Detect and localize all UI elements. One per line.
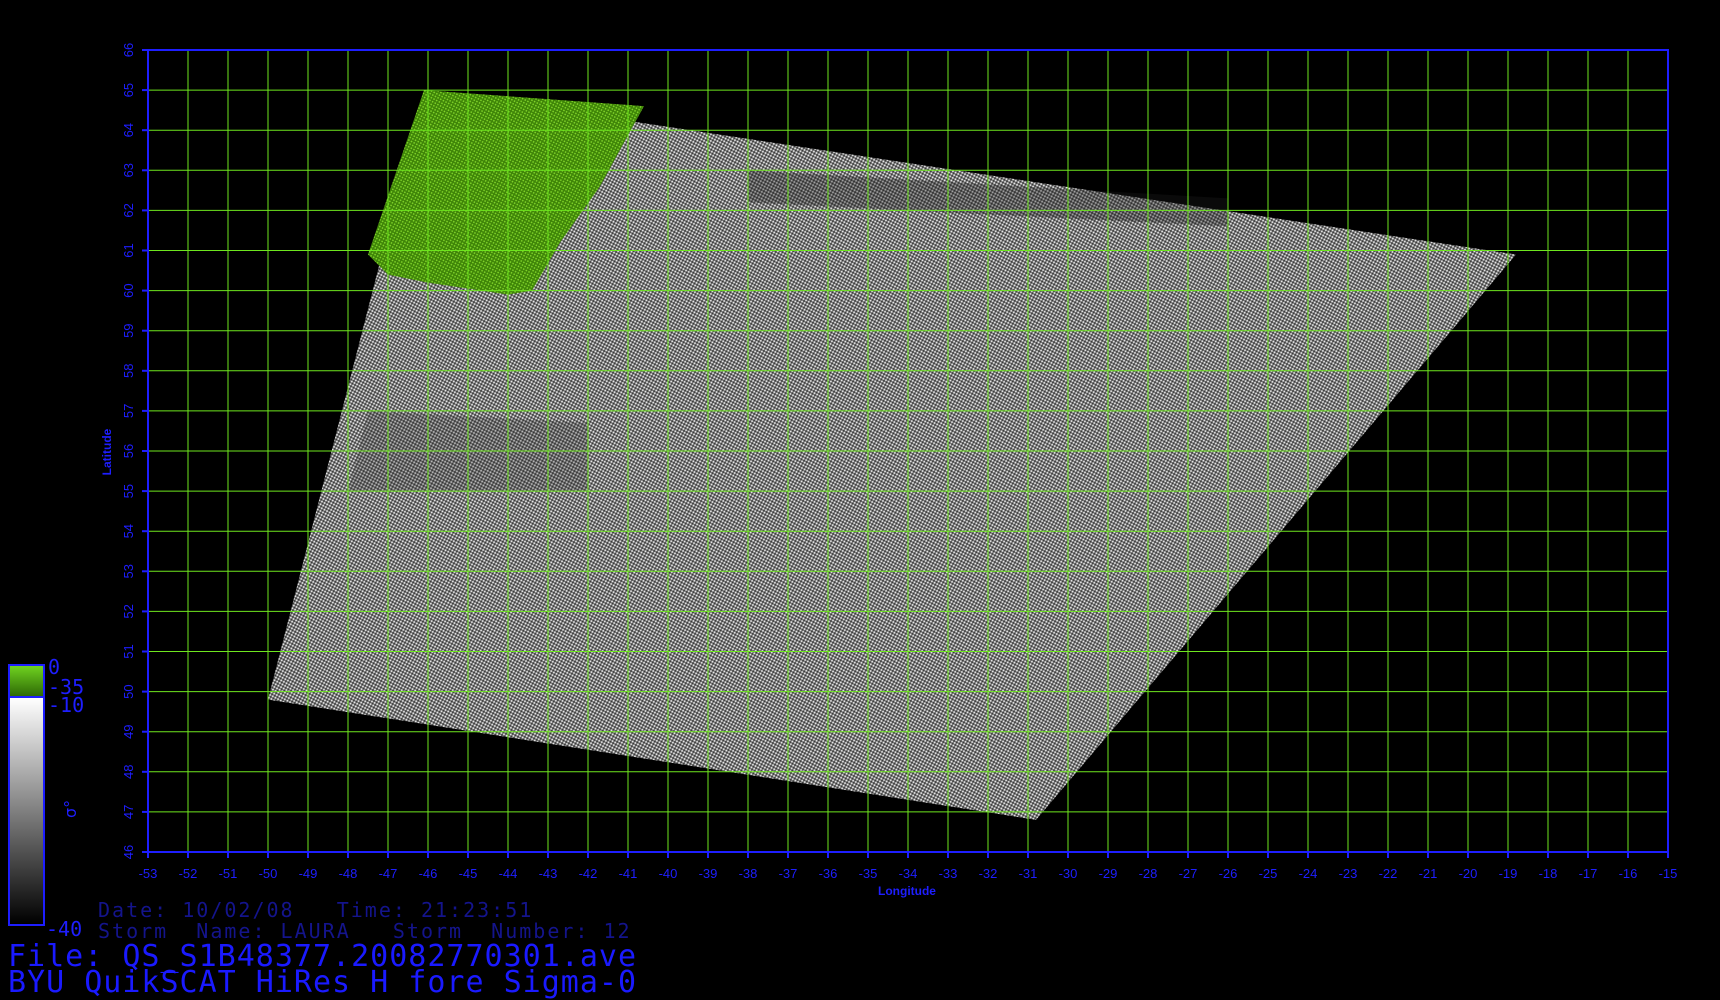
lon-tick-label: -26 bbox=[1219, 866, 1238, 881]
lon-tick-label: -20 bbox=[1459, 866, 1478, 881]
lat-tick-label: 49 bbox=[121, 724, 136, 738]
lon-tick-label: -22 bbox=[1379, 866, 1398, 881]
lat-tick-label: 47 bbox=[121, 805, 136, 819]
lon-tick-label: -35 bbox=[859, 866, 878, 881]
colorbar-label-ocean-max: -10 bbox=[48, 693, 84, 717]
colorbar-gray-segment bbox=[10, 698, 43, 924]
lon-tick-label: -43 bbox=[539, 866, 558, 881]
lon-tick-label: -37 bbox=[779, 866, 798, 881]
colorbar-symbol: σ° bbox=[61, 800, 80, 818]
colorbar: 0 -35 -10 -40 σ° bbox=[8, 655, 84, 941]
lon-tick-label: -31 bbox=[1019, 866, 1038, 881]
lat-tick-label: 62 bbox=[121, 203, 136, 217]
lon-tick-label: -44 bbox=[499, 866, 518, 881]
lon-tick-label: -15 bbox=[1659, 866, 1678, 881]
lat-tick-label: 65 bbox=[121, 83, 136, 97]
product-caption: BYU QuikSCAT HiRes H fore Sigma-0 bbox=[8, 965, 638, 1000]
swath-layer bbox=[268, 90, 1516, 820]
lat-tick-label: 63 bbox=[121, 163, 136, 177]
lat-tick-label: 54 bbox=[121, 524, 136, 538]
lon-tick-label: -40 bbox=[659, 866, 678, 881]
longitude-tick-labels: -53 -52 -51 -50 -49 -48 -47 -46 -45 -44 -43 -42 -41 -… bbox=[139, 852, 1678, 881]
lat-tick-label: 51 bbox=[121, 644, 136, 658]
colorbar-label-bottom: -40 bbox=[46, 917, 82, 941]
lon-tick-label: -30 bbox=[1059, 866, 1078, 881]
x-axis-label: Longitude bbox=[878, 884, 936, 898]
lon-tick-label: -46 bbox=[419, 866, 438, 881]
lat-tick-label: 52 bbox=[121, 604, 136, 618]
lat-tick-label: 59 bbox=[121, 323, 136, 337]
lat-lon-grid bbox=[148, 50, 1668, 852]
lon-tick-label: -23 bbox=[1339, 866, 1358, 881]
latitude-tick-labels: 46 47 48 49 50 51 52 53 54 55 56 57 58 59 60 61 62 63 64 65… bbox=[121, 43, 148, 859]
lon-tick-label: -50 bbox=[259, 866, 278, 881]
lon-tick-label: -42 bbox=[579, 866, 598, 881]
lat-tick-label: 46 bbox=[121, 845, 136, 859]
lon-tick-label: -27 bbox=[1179, 866, 1198, 881]
lat-tick-label: 57 bbox=[121, 404, 136, 418]
lon-tick-label: -21 bbox=[1419, 866, 1438, 881]
lon-tick-label: -41 bbox=[619, 866, 638, 881]
lat-tick-label: 53 bbox=[121, 564, 136, 578]
date-time-caption: Date: 10/02/08 Time: 21:23:51 bbox=[98, 898, 534, 922]
lon-tick-label: -47 bbox=[379, 866, 398, 881]
lat-tick-label: 56 bbox=[121, 444, 136, 458]
y-axis-label: Latitude bbox=[100, 428, 114, 475]
lon-tick-label: -28 bbox=[1139, 866, 1158, 881]
lon-tick-label: -19 bbox=[1499, 866, 1518, 881]
lon-tick-label: -39 bbox=[699, 866, 718, 881]
lat-tick-label: 64 bbox=[121, 123, 136, 137]
lat-tick-label: 58 bbox=[121, 364, 136, 378]
lat-tick-label: 66 bbox=[121, 43, 136, 57]
lat-tick-label: 50 bbox=[121, 684, 136, 698]
lat-tick-label: 48 bbox=[121, 765, 136, 779]
lon-tick-label: -29 bbox=[1099, 866, 1118, 881]
lon-tick-label: -53 bbox=[139, 866, 158, 881]
lon-tick-label: -52 bbox=[179, 866, 198, 881]
lon-tick-label: -17 bbox=[1579, 866, 1598, 881]
lon-tick-label: -48 bbox=[339, 866, 358, 881]
lat-tick-label: 55 bbox=[121, 484, 136, 498]
lon-tick-label: -16 bbox=[1619, 866, 1638, 881]
lon-tick-label: -38 bbox=[739, 866, 758, 881]
scatterometer-map: -53 -52 -51 -50 -49 -48 -47 -46 -45 -44 -43 -42 -41 -… bbox=[8, 43, 1678, 941]
lon-tick-label: -49 bbox=[299, 866, 318, 881]
lon-tick-label: -25 bbox=[1259, 866, 1278, 881]
lon-tick-label: -24 bbox=[1299, 866, 1318, 881]
lon-tick-label: -33 bbox=[939, 866, 958, 881]
lat-tick-label: 60 bbox=[121, 283, 136, 297]
lon-tick-label: -34 bbox=[899, 866, 918, 881]
lon-tick-label: -45 bbox=[459, 866, 478, 881]
lon-tick-label: -36 bbox=[819, 866, 838, 881]
lon-tick-label: -51 bbox=[219, 866, 238, 881]
storm-caption: Storm Name: LAURA Storm Number: 12 bbox=[98, 919, 632, 943]
lon-tick-label: -32 bbox=[979, 866, 998, 881]
lat-tick-label: 61 bbox=[121, 243, 136, 257]
colorbar-land-segment bbox=[10, 666, 43, 696]
lon-tick-label: -18 bbox=[1539, 866, 1558, 881]
